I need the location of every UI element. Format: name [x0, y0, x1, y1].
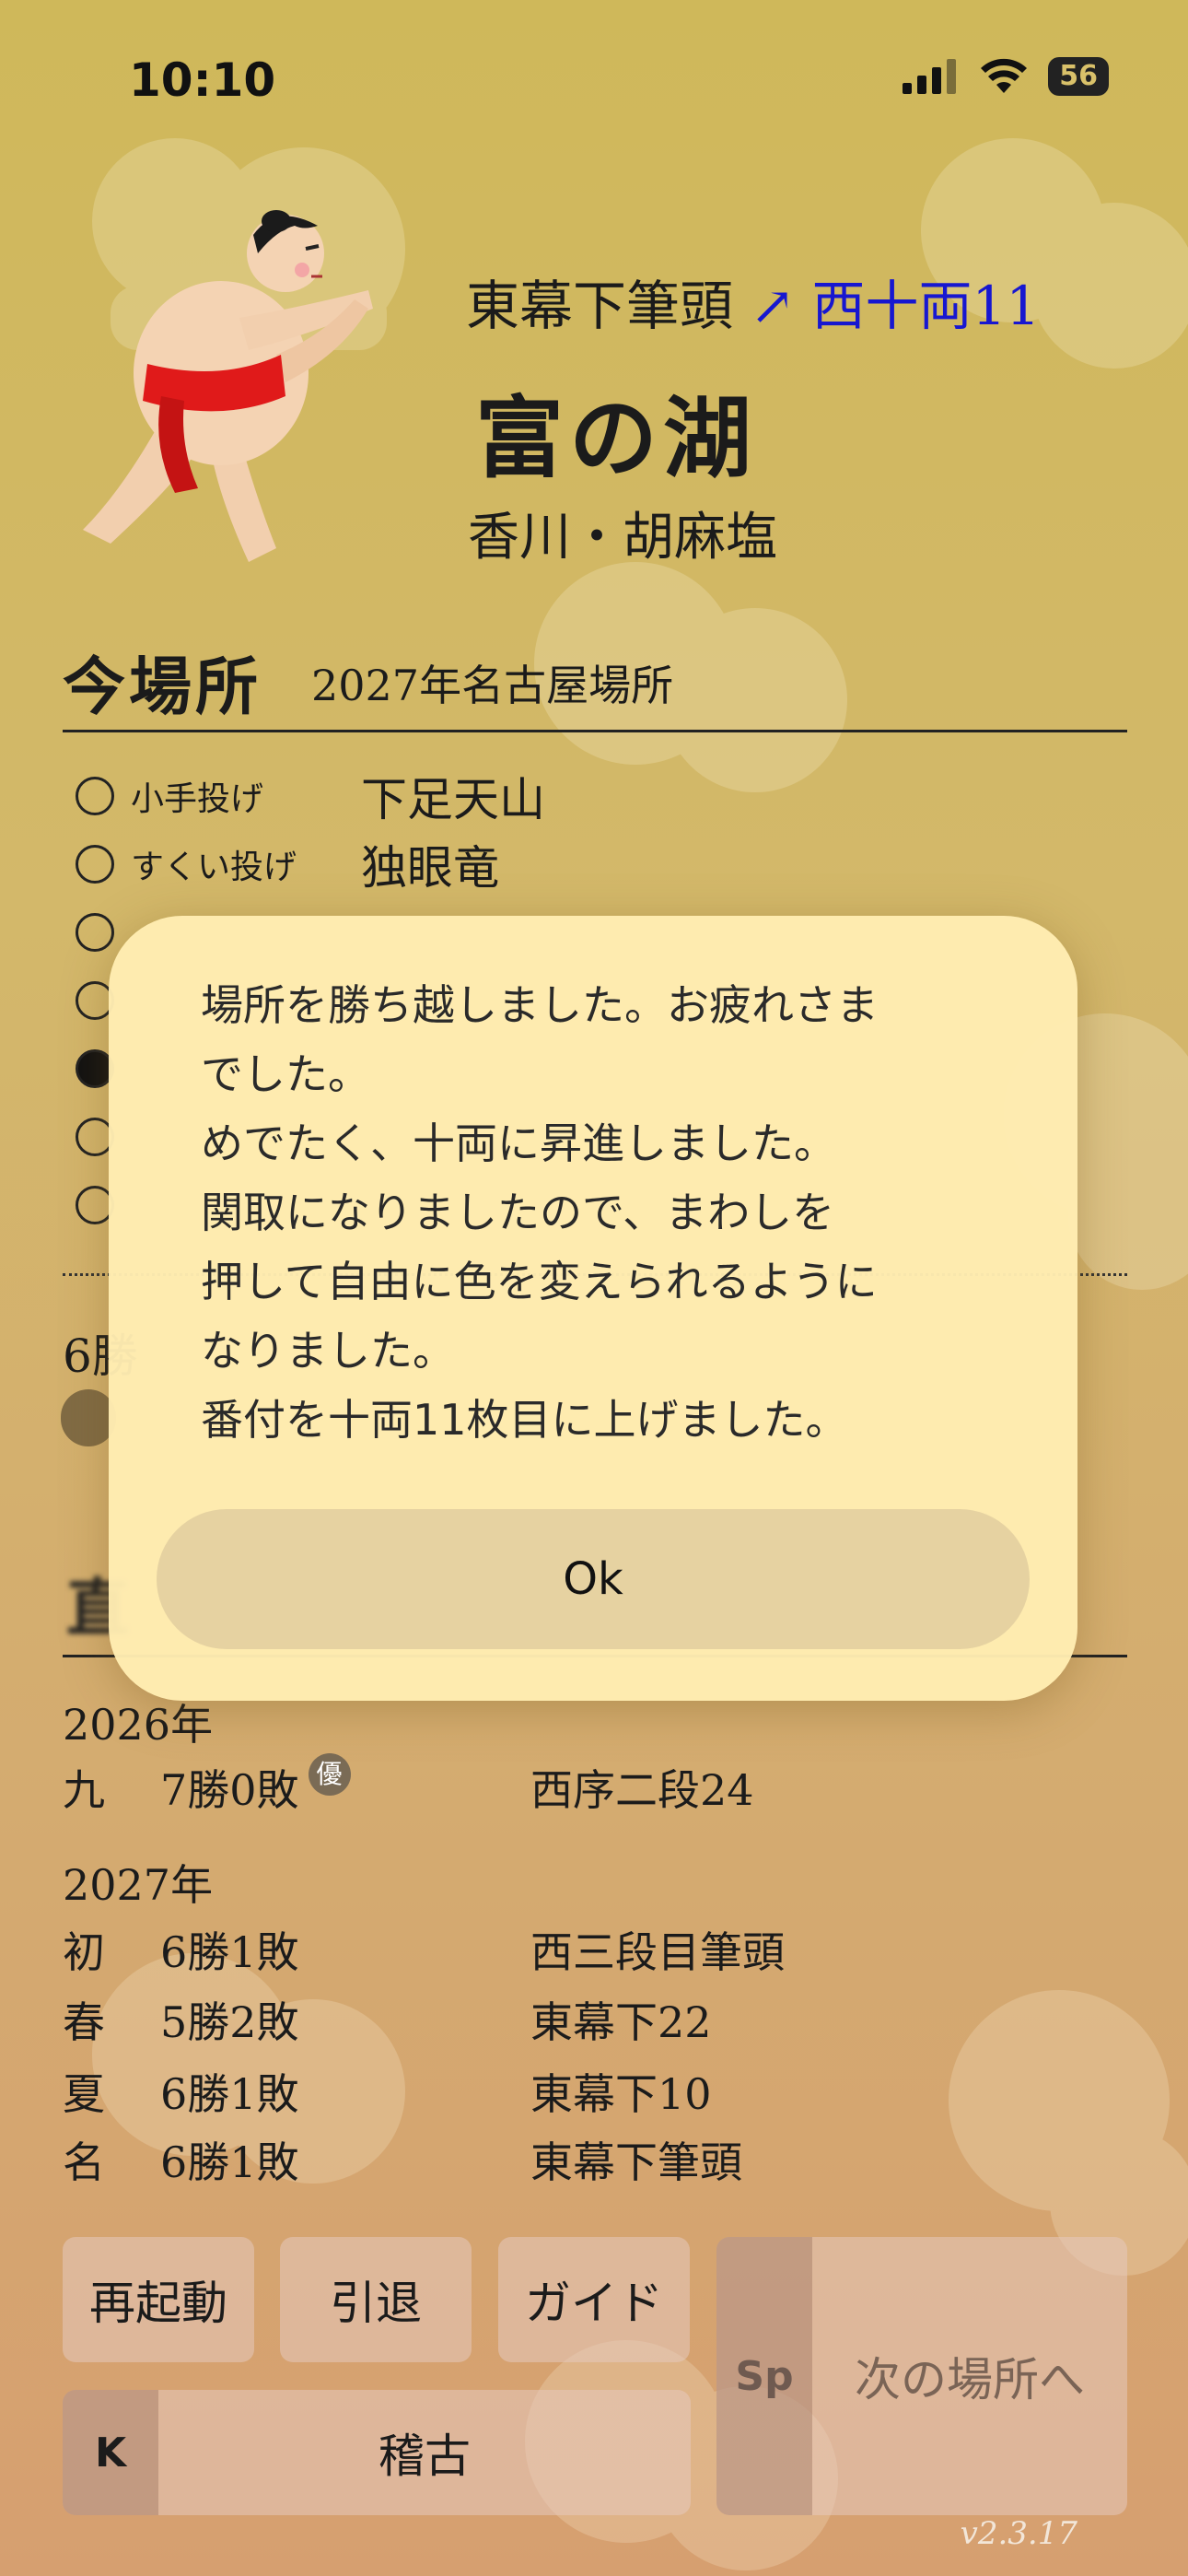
bout-radio[interactable]: [76, 845, 114, 884]
sp-toggle[interactable]: Sp: [716, 2237, 812, 2515]
keiko-button[interactable]: K 稽古: [63, 2390, 691, 2515]
history-record: 6勝1敗: [160, 1927, 299, 1977]
alert-line: めでたく、十両に昇進しました。: [201, 1118, 836, 1168]
bout-row[interactable]: 小手投げ 下足天山: [76, 767, 545, 826]
bout-row[interactable]: すくい投げ 独眼竜: [76, 835, 499, 895]
alert-line: 押して自由に色を変えられるように: [201, 1257, 878, 1306]
history-row: 初 6勝1敗 西三段目筆頭: [63, 1920, 785, 1979]
rank-line: 東幕下筆頭 ↗ 西十両11: [466, 263, 1040, 340]
current-basho-name: 2027年名古屋場所: [311, 661, 674, 710]
alert-message: 場所を勝ち越しました。お疲れさま でした。 めでたく、十両に昇進しました。 関取…: [201, 971, 1011, 1455]
history-basho: 夏: [63, 2069, 105, 2119]
retire-button[interactable]: 引退: [280, 2237, 472, 2362]
history-row: 九 7勝0敗 優 西序二段24: [63, 1753, 754, 1817]
status-icons: 56: [903, 57, 1109, 96]
keiko-label: 稽古: [379, 2430, 471, 2483]
watermark-gourd-icon: [921, 138, 1188, 369]
section-divider: [63, 730, 1127, 732]
ok-button[interactable]: Ok: [157, 1509, 1030, 1649]
alert-line: でした。: [201, 1049, 370, 1099]
bout-row[interactable]: [76, 903, 114, 962]
new-rank: 西十両11: [811, 275, 1041, 337]
alert-line: 番付を十両11枚目に上げました。: [201, 1395, 848, 1445]
history-rank: 東幕下10: [530, 2069, 712, 2119]
bout-technique: 小手投げ: [131, 780, 264, 818]
history-record: 6勝1敗: [160, 2069, 299, 2119]
history-row: 名 6勝1敗 東幕下筆頭: [63, 2130, 742, 2189]
wrestler-origin: 香川・胡麻塩: [468, 508, 777, 568]
sumo-wrestler-avatar[interactable]: [64, 198, 378, 576]
alert-line: なりました。: [201, 1326, 455, 1376]
yusho-badge: 優: [308, 1753, 351, 1796]
alert-line: 関取になりましたので、まわしを: [201, 1188, 835, 1237]
shikona-name: 富の湖: [475, 386, 757, 490]
history-row: 夏 6勝1敗 東幕下10: [63, 2062, 712, 2121]
bout-opponent: 下足天山: [361, 773, 545, 826]
history-rank: 東幕下筆頭: [530, 2137, 742, 2187]
app-version: v2.3.17: [960, 2515, 1077, 2552]
current-rank: 東幕下筆頭: [466, 275, 734, 337]
history-rank: 西序二段24: [530, 1765, 754, 1815]
history-record: 6勝1敗: [160, 2137, 299, 2187]
bout-opponent: 独眼竜: [361, 841, 499, 895]
history-row: 春 5勝2敗 東幕下22: [63, 1990, 712, 2049]
wifi-icon: [981, 58, 1028, 93]
mawashi-color-button[interactable]: [61, 1389, 116, 1446]
restart-button[interactable]: 再起動: [63, 2237, 254, 2362]
history-basho: 名: [63, 2137, 105, 2187]
history-record: 5勝2敗: [160, 1997, 299, 2047]
guide-button[interactable]: ガイド: [498, 2237, 690, 2362]
bout-technique: すくい投げ: [131, 849, 297, 886]
current-basho-title: 今場所: [63, 650, 262, 724]
history-rank: 東幕下22: [530, 1997, 712, 2047]
history-record: 7勝0敗: [160, 1765, 299, 1815]
rank-arrow: ↗: [750, 275, 796, 337]
bout-radio[interactable]: [76, 913, 114, 952]
alert-line: 場所を勝ち越しました。お疲れさま: [201, 980, 879, 1030]
history-basho: 春: [63, 1997, 105, 2047]
promotion-alert-dialog: 場所を勝ち越しました。お疲れさま でした。 めでたく、十両に昇進しました。 関取…: [109, 916, 1077, 1701]
history-year: 2027年: [63, 1860, 214, 1910]
next-basho-button[interactable]: Sp 次の場所へ: [716, 2237, 1127, 2515]
history-basho: 九: [63, 1765, 105, 1815]
status-time: 10:10: [129, 53, 276, 107]
next-basho-label: 次の場所へ: [855, 2353, 1085, 2406]
history-rank: 西三段目筆頭: [530, 1927, 785, 1977]
cellular-signal-icon: [903, 59, 957, 94]
history-basho: 初: [63, 1927, 105, 1977]
battery-indicator: 56: [1048, 57, 1109, 96]
bout-radio[interactable]: [76, 777, 114, 815]
k-toggle[interactable]: K: [63, 2390, 158, 2515]
